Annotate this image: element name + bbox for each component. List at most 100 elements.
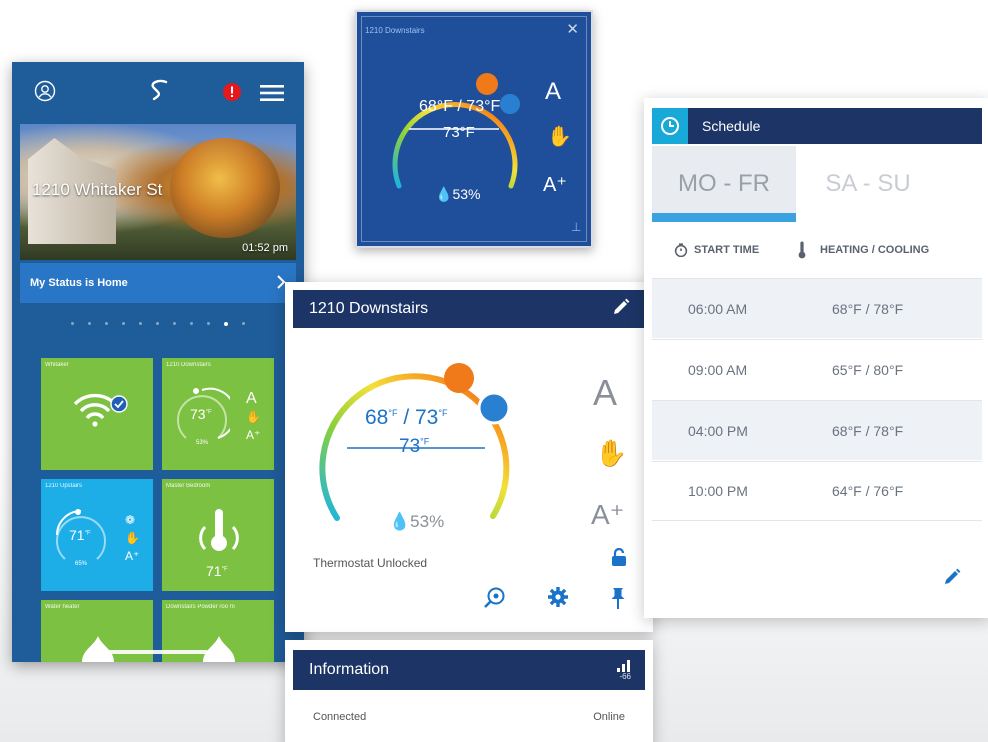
lock-status-label: Thermostat Unlocked: [313, 556, 428, 570]
home-indicator: [108, 650, 208, 654]
tile-temp: 71°F: [206, 563, 228, 579]
tile-name: Whitaker: [45, 362, 69, 368]
home-hero-image: 1210 Whitaker St 01:52 pm: [20, 124, 296, 260]
tab-weekdays[interactable]: MO - FR: [652, 146, 796, 222]
hand-icon[interactable]: ✋: [595, 438, 627, 469]
connection-row: Connected Online: [293, 698, 645, 736]
tile-name: Master Bedroom: [166, 483, 211, 489]
auto-mode-icon[interactable]: A: [545, 78, 561, 106]
row-temps: 68°F / 78°F: [832, 422, 904, 439]
tile-1210-downstairs[interactable]: 1210 Downstairs 73°F 53% A ✋ A⁺: [162, 358, 274, 470]
hand-icon: ✋: [246, 410, 261, 424]
thermostat-card-header: 1210 Downstairs: [293, 290, 645, 328]
signal-value: -66: [619, 671, 631, 681]
phone-app: 1210 Whitaker St 01:52 pm My Status is H…: [12, 62, 304, 662]
heat-setpoint[interactable]: 68: [365, 406, 388, 429]
auto-mode-icon: A: [246, 390, 257, 407]
signal-bars-icon: [617, 659, 630, 672]
close-icon[interactable]: ✕: [566, 20, 579, 38]
schedule-clock-icon: [652, 108, 688, 144]
schedule-header: Schedule: [652, 108, 982, 144]
information-header: Information -66: [293, 650, 645, 690]
page-indicator: [12, 322, 304, 326]
thermostat-title: 1210 Downstairs: [309, 300, 429, 317]
humidity-readout: 💧53%: [389, 512, 445, 531]
column-start-time: START TIME: [652, 243, 792, 257]
view-search-icon[interactable]: [483, 586, 507, 615]
status-label: My Status is Home: [30, 277, 128, 289]
schedule-column-headers: START TIME HEATING / COOLING: [652, 222, 982, 278]
column-heating-cooling: HEATING / COOLING: [792, 241, 982, 259]
schedule-row[interactable]: 04:00 PM 68°F / 78°F: [652, 400, 982, 460]
tile-1210-upstairs[interactable]: 1210 Upstairs 71°F 65% ❁ ✋ A⁺: [41, 479, 153, 591]
account-icon[interactable]: [34, 80, 56, 107]
mini-current-temp: 73°F: [443, 124, 475, 141]
information-card: Information -66 Connected Online: [285, 640, 653, 742]
mini-thermostat-card: 1210 Downstairs ✕ 68°F / 73°F 73°F 💧53% …: [355, 10, 593, 248]
row-start-time: 09:00 AM: [688, 361, 748, 378]
droplet-icon: 💧: [389, 512, 411, 531]
flame-icon: [203, 636, 235, 662]
tile-name: 1210 Downstairs: [166, 362, 211, 368]
schedule-row[interactable]: 09:00 AM 65°F / 80°F: [652, 339, 982, 399]
current-temp: 73°F: [399, 436, 430, 457]
tile-name: Downstairs Powder roo m: [166, 604, 235, 610]
pin-icon[interactable]: [609, 586, 627, 615]
connection-label: Connected: [313, 711, 367, 723]
row-start-time: 06:00 AM: [688, 300, 748, 317]
thermostat-card: 1210 Downstairs 68°F / 73°F 73°F 💧53% A: [285, 282, 653, 632]
home-time: 01:52 pm: [242, 242, 288, 254]
setpoint-readout[interactable]: 68°F / 73°F: [365, 406, 447, 430]
auto-plus-icon[interactable]: A⁺: [591, 498, 624, 531]
edit-pencil-icon[interactable]: [611, 297, 631, 322]
pin-icon[interactable]: ⊥: [571, 220, 581, 234]
unlocked-padlock-icon[interactable]: [611, 547, 627, 571]
schedule-tabs: MO - FR SA - SU: [652, 146, 982, 222]
schedule-row[interactable]: 06:00 AM 68°F / 78°F: [652, 278, 982, 338]
row-temps: 65°F / 80°F: [832, 361, 904, 378]
home-address: 1210 Whitaker St: [32, 180, 163, 199]
stopwatch-icon: [674, 243, 688, 257]
row-temps: 64°F / 76°F: [832, 483, 904, 499]
thermometer-icon: [798, 241, 806, 259]
auto-plus-icon[interactable]: A⁺: [543, 172, 567, 197]
tile-humidity: 53%: [196, 440, 209, 446]
tile-temp: 73°F: [190, 406, 212, 422]
auto-mode-icon[interactable]: A: [593, 372, 617, 414]
mini-card-title: 1210 Downstairs: [365, 26, 425, 35]
droplet-icon: 💧: [435, 186, 453, 202]
connection-value: Online: [593, 711, 625, 723]
schedule-card: Schedule MO - FR SA - SU START TIME HEAT…: [644, 98, 988, 618]
alert-icon[interactable]: [222, 82, 242, 107]
schedule-title: Schedule: [702, 118, 761, 134]
tile-name: 1210 Upstairs: [45, 483, 83, 489]
mini-humidity: 💧53%: [435, 186, 481, 202]
hand-icon[interactable]: ✋: [547, 124, 572, 149]
schedule-row[interactable]: 10:00 PM 64°F / 76°F: [652, 461, 982, 521]
tab-weekend[interactable]: SA - SU: [796, 146, 940, 222]
information-title: Information: [309, 661, 390, 678]
hamburger-menu-icon[interactable]: [260, 84, 284, 107]
auto-plus-icon: A⁺: [125, 549, 140, 563]
signal-strength: -66: [617, 659, 631, 681]
tile-humidity: 65%: [75, 561, 88, 567]
edit-schedule-pencil-icon[interactable]: [942, 567, 962, 592]
row-start-time: 04:00 PM: [688, 422, 748, 439]
flame-icon: [82, 636, 114, 662]
tile-name: Water heater: [45, 604, 80, 610]
row-start-time: 10:00 PM: [688, 483, 748, 499]
tile-temp: 71°F: [69, 527, 91, 543]
tile-whitaker[interactable]: Whitaker: [41, 358, 153, 470]
thermostat-card-body: 68°F / 73°F 73°F 💧53% A ✋ A⁺ Thermostat …: [293, 328, 645, 624]
thermometer-signal-icon: [199, 509, 239, 551]
mini-setpoints: 68°F / 73°F: [419, 98, 501, 115]
row-temps: 68°F / 78°F: [832, 300, 904, 317]
auto-plus-icon: A⁺: [246, 428, 261, 442]
gear-icon[interactable]: [547, 586, 569, 613]
cool-setpoint[interactable]: 73: [415, 406, 438, 429]
fan-icon: ❁: [125, 513, 136, 527]
wifi-connected-icon: [73, 393, 128, 427]
tile-master-bedroom[interactable]: Master Bedroom 71°F: [162, 479, 274, 591]
status-button[interactable]: My Status is Home: [20, 263, 296, 303]
brand-logo: [144, 78, 174, 109]
